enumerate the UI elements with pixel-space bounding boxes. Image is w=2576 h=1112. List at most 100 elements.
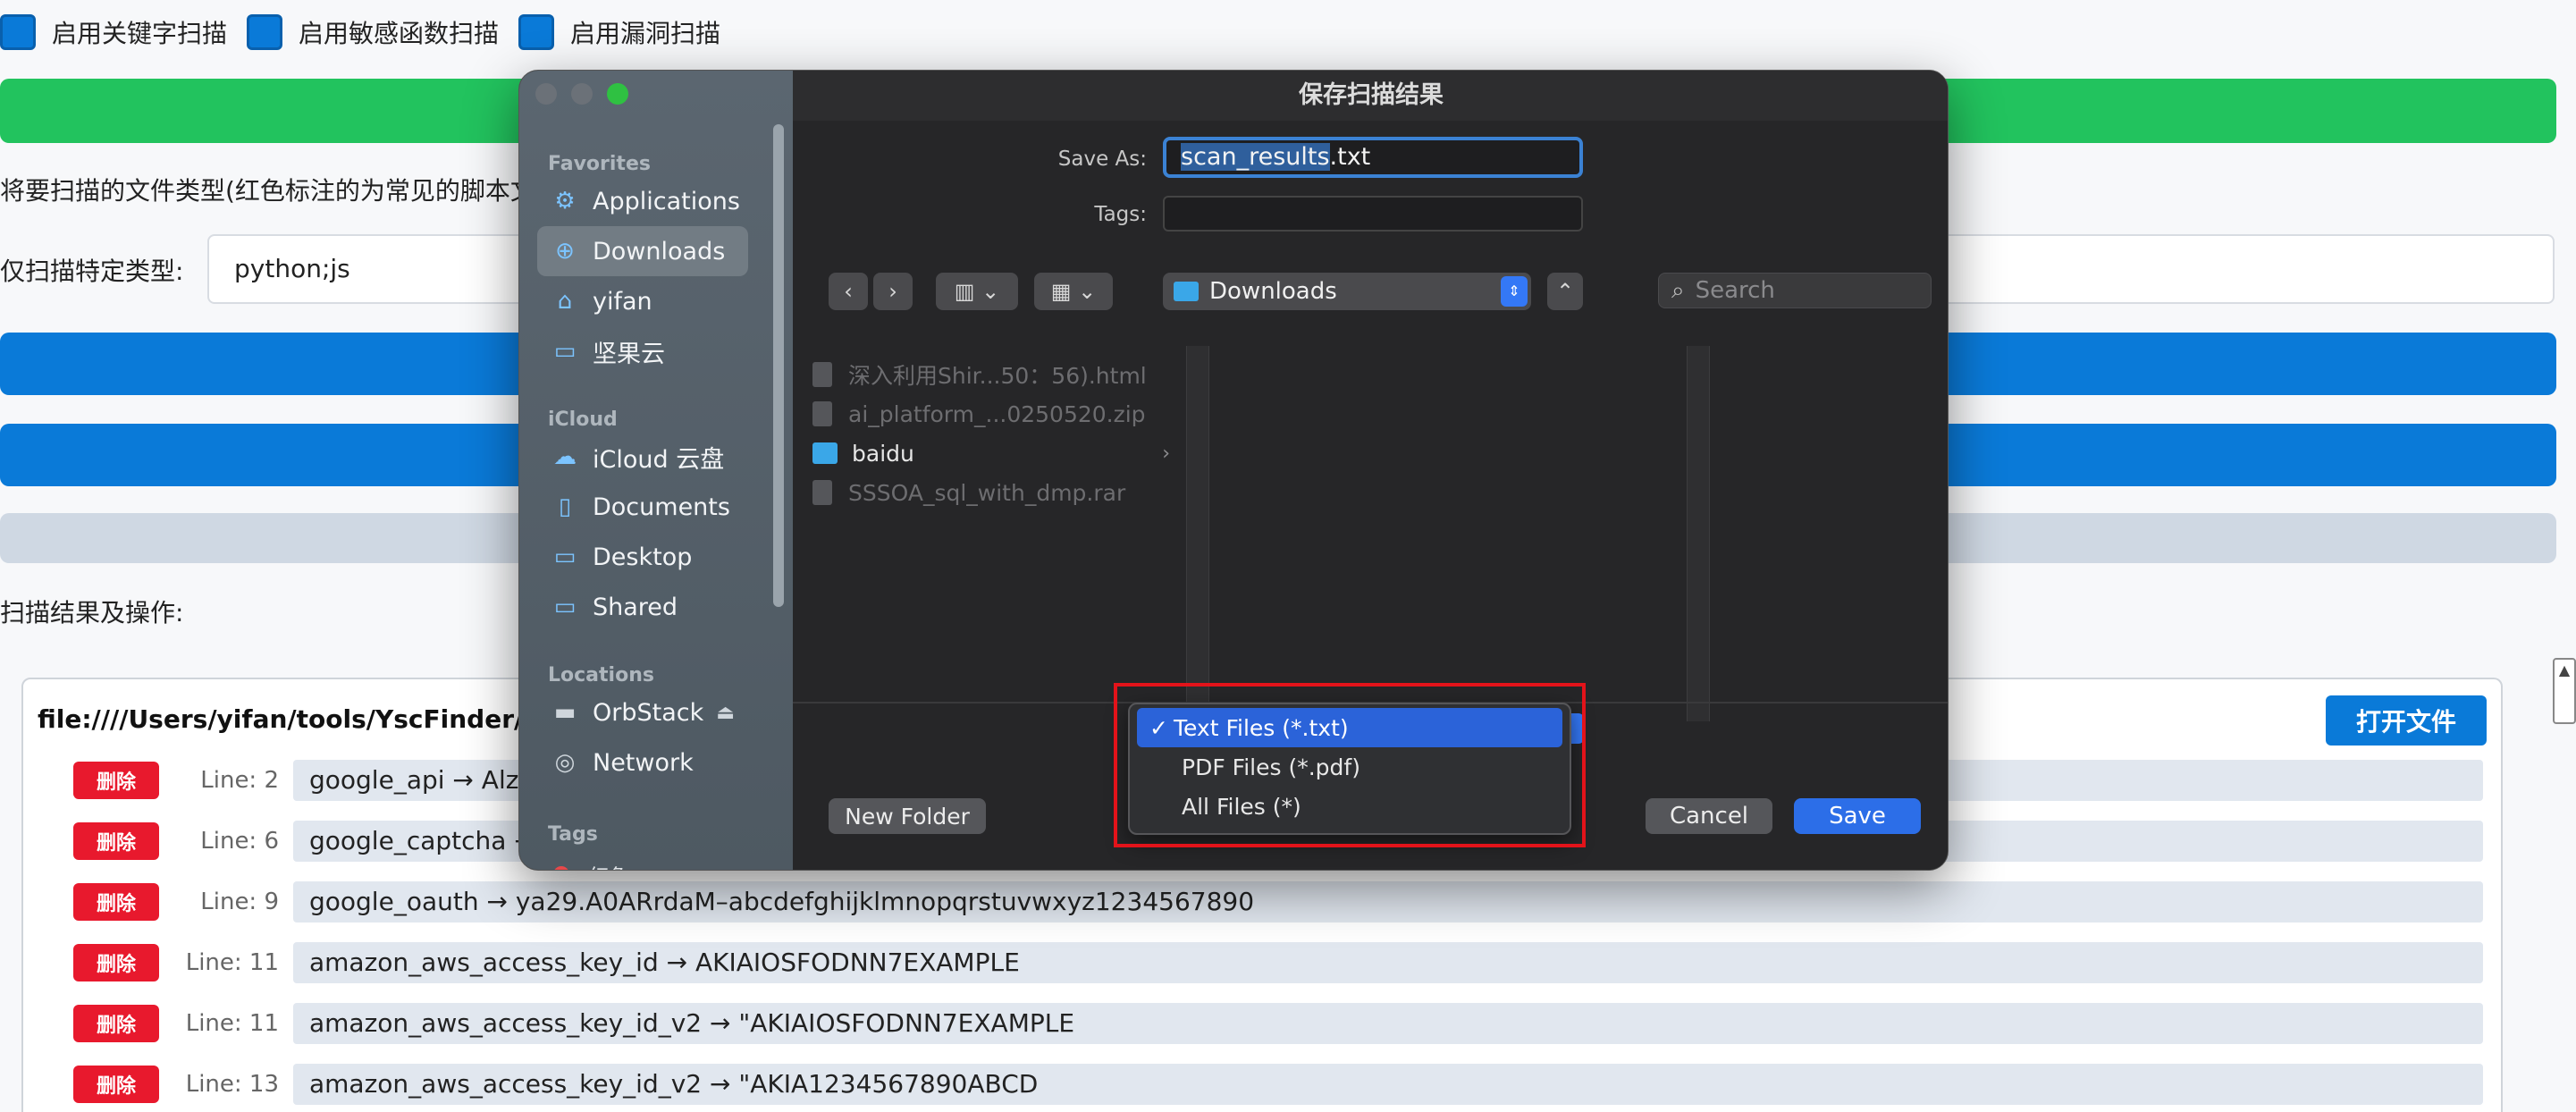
sidebar-item-documents[interactable]: ▯ Documents bbox=[537, 482, 748, 532]
keyword-scan-checkbox[interactable] bbox=[0, 14, 36, 50]
sensitive-func-scan-option[interactable]: 启用敏感函数扫描 bbox=[247, 14, 499, 50]
delete-button[interactable]: 删除 bbox=[73, 1005, 159, 1042]
updown-chevron-icon: ⇕ bbox=[1501, 276, 1528, 307]
grid-icon: ▦ ⌄ bbox=[1050, 279, 1097, 304]
sensitive-func-scan-label: 启用敏感函数扫描 bbox=[299, 19, 500, 48]
search-field[interactable]: ⌕ Search bbox=[1658, 273, 1932, 308]
shared-folder-icon: ▭ bbox=[553, 594, 577, 620]
line-number: Line: 2 bbox=[200, 767, 279, 794]
scroll-up-icon[interactable]: ▲ bbox=[2553, 658, 2576, 685]
open-file-button[interactable]: 打开文件 bbox=[2326, 695, 2487, 746]
cloud-icon: ☁ bbox=[553, 443, 577, 470]
save-as-input[interactable]: scan_results.txt bbox=[1163, 137, 1583, 178]
sidebar-item-label: Downloads bbox=[593, 237, 726, 265]
delete-button[interactable]: 删除 bbox=[73, 883, 159, 921]
group-button[interactable]: ▦ ⌄ bbox=[1034, 273, 1113, 310]
sidebar-item-label: Desktop bbox=[593, 543, 693, 571]
folder-icon: ▭ bbox=[553, 338, 577, 365]
folder-item[interactable]: baidu › bbox=[812, 435, 1170, 471]
results-file-path: file:////Users/yifan/tools/YscFinder/tes bbox=[38, 704, 568, 734]
chevron-right-icon: › bbox=[1162, 442, 1170, 465]
new-folder-button[interactable]: New Folder bbox=[829, 798, 986, 834]
specific-type-label: 仅扫描特定类型: bbox=[0, 257, 184, 286]
delete-button[interactable]: 删除 bbox=[73, 1066, 159, 1103]
search-placeholder: Search bbox=[1695, 277, 1775, 304]
filetype-label: 将要扫描的文件类型(红色标注的为常见的脚本文 bbox=[0, 176, 535, 206]
eject-icon[interactable]: ⏏ bbox=[716, 702, 735, 724]
desktop-icon: ▭ bbox=[553, 543, 577, 570]
column-divider[interactable] bbox=[1687, 346, 1710, 721]
file-name: ai_platform_...0250520.zip bbox=[848, 400, 1146, 427]
delete-button[interactable]: 删除 bbox=[73, 944, 159, 981]
sidebar-item-label[interactable]: 红色 bbox=[589, 861, 628, 870]
line-number: Line: 9 bbox=[200, 889, 279, 915]
column-divider[interactable] bbox=[1186, 346, 1209, 721]
delete-button[interactable]: 删除 bbox=[73, 822, 159, 860]
file-icon bbox=[812, 362, 832, 387]
result-text: amazon_aws_access_key_id_v2 → "AKIA12345… bbox=[293, 1064, 2483, 1105]
result-text: google_oauth → ya29.A0ARrdaM–abcdefghijk… bbox=[293, 881, 2483, 922]
delete-button[interactable]: 删除 bbox=[73, 762, 159, 799]
downloads-icon: ⊕ bbox=[555, 238, 575, 265]
keyword-scan-option[interactable]: 启用关键字扫描 bbox=[0, 14, 227, 50]
chevron-left-icon: ‹ bbox=[844, 279, 853, 304]
tags-label: Tags: bbox=[1094, 203, 1147, 226]
search-icon: ⌕ bbox=[1671, 276, 1685, 304]
file-browser: 深入利用Shir...50：56).html ai_platform_...02… bbox=[793, 346, 1948, 721]
file-name: baidu bbox=[852, 440, 914, 467]
red-tag-icon bbox=[553, 866, 569, 870]
file-item[interactable]: 深入利用Shir...50：56).html bbox=[812, 357, 1170, 392]
view-mode-button[interactable]: ▥ ⌄ bbox=[936, 273, 1018, 310]
zoom-window-button[interactable] bbox=[607, 83, 628, 105]
sidebar-item-label: iCloud 云盘 bbox=[593, 445, 725, 474]
icloud-header: iCloud bbox=[548, 409, 618, 431]
minimize-window-button[interactable] bbox=[571, 83, 593, 105]
sidebar-item-shared[interactable]: ▭ Shared bbox=[537, 582, 748, 632]
favorites-header: Favorites bbox=[548, 153, 651, 175]
dialog-title: 保存扫描结果 bbox=[793, 71, 1948, 121]
tags-input[interactable] bbox=[1163, 196, 1583, 232]
result-row: 删除 Line: 9 google_oauth → ya29.A0ARrdaM–… bbox=[73, 881, 2483, 922]
sidebar-item-orbstack[interactable]: ▬ OrbStack ⏏ bbox=[537, 687, 748, 737]
sidebar-item-label: Network bbox=[593, 748, 694, 777]
result-row: 删除 Line: 11 amazon_aws_access_key_id → A… bbox=[73, 942, 2483, 983]
line-number: Line: 13 bbox=[185, 1071, 279, 1098]
vuln-scan-checkbox[interactable] bbox=[518, 14, 555, 50]
back-button[interactable]: ‹ bbox=[829, 273, 868, 310]
file-item[interactable]: SSSOA_sql_with_dmp.rar bbox=[812, 475, 1170, 510]
sidebar-item-icloud-drive[interactable]: ☁ iCloud 云盘 bbox=[537, 432, 748, 482]
sidebar-item-jianguoyun[interactable]: ▭ 坚果云 bbox=[537, 326, 748, 376]
close-window-button[interactable] bbox=[535, 83, 557, 105]
sensitive-func-scan-checkbox[interactable] bbox=[247, 14, 283, 50]
archive-file-icon bbox=[812, 480, 832, 505]
chevron-right-icon: › bbox=[888, 279, 897, 304]
sidebar-item-applications[interactable]: ⚙ Applications bbox=[537, 176, 748, 226]
file-name: SSSOA_sql_with_dmp.rar bbox=[848, 479, 1126, 506]
collapse-button[interactable]: ⌃ bbox=[1547, 273, 1583, 310]
columns-view-icon: ▥ ⌄ bbox=[954, 279, 1000, 304]
file-item[interactable]: ai_platform_...0250520.zip bbox=[812, 396, 1170, 432]
line-number: Line: 11 bbox=[185, 1010, 279, 1037]
location-label: Downloads bbox=[1209, 278, 1337, 305]
applications-icon: ⚙ bbox=[554, 188, 576, 215]
sidebar-item-desktop[interactable]: ▭ Desktop bbox=[537, 532, 748, 582]
sidebar-item-yifan[interactable]: ⌂ yifan bbox=[537, 276, 748, 326]
vuln-scan-label: 启用漏洞扫描 bbox=[570, 19, 721, 48]
line-number: Line: 6 bbox=[200, 828, 279, 855]
tags-header: Tags bbox=[548, 823, 598, 846]
sidebar-item-label: 坚果云 bbox=[593, 340, 665, 368]
document-icon: ▯ bbox=[558, 493, 572, 520]
sidebar-item-label: Documents bbox=[593, 493, 730, 521]
location-popup[interactable]: Downloads ⇕ bbox=[1163, 273, 1531, 310]
save-button[interactable]: Save bbox=[1794, 798, 1921, 834]
forward-button[interactable]: › bbox=[873, 273, 913, 310]
highlight-box bbox=[1114, 683, 1586, 847]
sidebar-scrollbar[interactable] bbox=[773, 124, 784, 607]
sidebar-item-label: Shared bbox=[593, 593, 678, 621]
dialog-sidebar: Favorites ⚙ Applications ⊕ Downloads ⌂ y… bbox=[519, 71, 793, 870]
cancel-button[interactable]: Cancel bbox=[1646, 798, 1772, 834]
sidebar-item-downloads[interactable]: ⊕ Downloads bbox=[537, 226, 748, 276]
vuln-scan-option[interactable]: 启用漏洞扫描 bbox=[518, 14, 720, 50]
sidebar-item-label: OrbStack bbox=[593, 698, 704, 727]
sidebar-item-network[interactable]: ◎ Network bbox=[537, 737, 748, 788]
